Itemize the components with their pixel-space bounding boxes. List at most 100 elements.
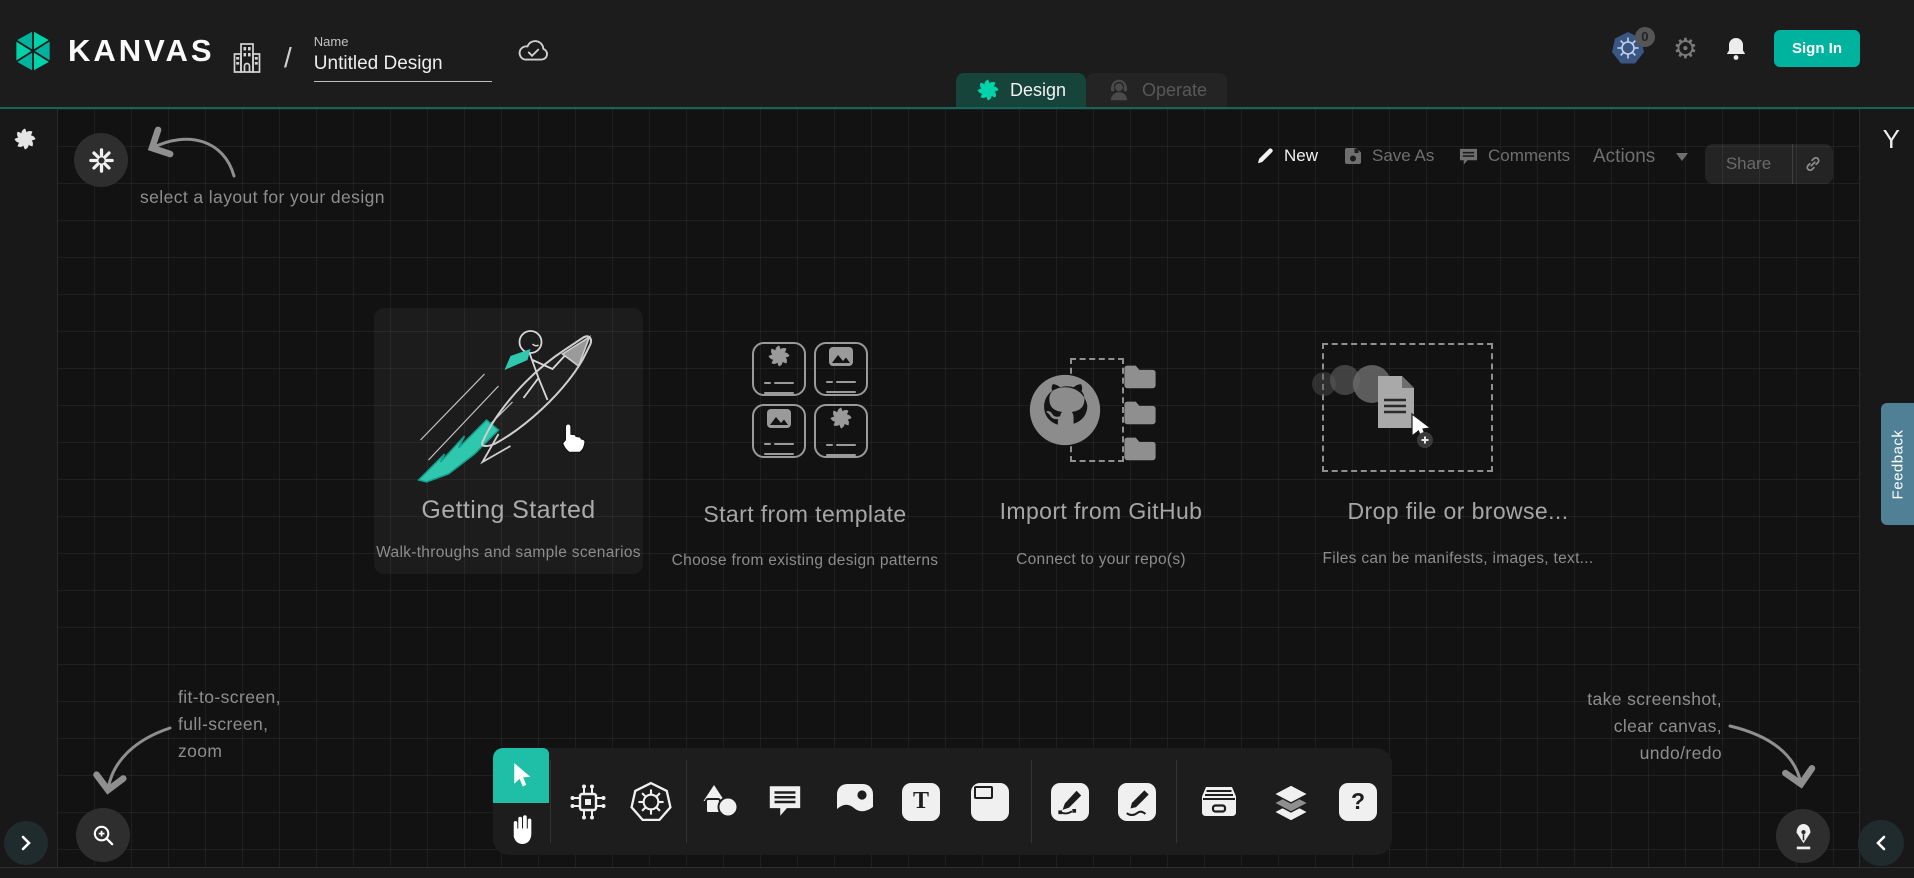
design-name-label: Name	[314, 34, 492, 49]
image-icon	[835, 782, 875, 822]
comment-tool-button[interactable]	[757, 748, 813, 855]
magnifier-plus-icon	[91, 823, 116, 848]
panel-collapse-button[interactable]	[1858, 820, 1904, 866]
organization-building-icon[interactable]	[232, 40, 262, 76]
share-link-icon	[1793, 155, 1833, 173]
new-design-button[interactable]: New	[1255, 146, 1318, 166]
card-title: Getting Started	[374, 496, 643, 525]
kubernetes-wheel-icon	[630, 781, 672, 823]
pencil-new-icon	[1255, 146, 1275, 166]
card-subtitle: Choose from existing design patterns	[650, 552, 960, 570]
card-subtitle: Files can be manifests, images, text...	[1302, 550, 1614, 568]
circuit-component-icon	[568, 782, 608, 822]
design-pinwheel-icon	[976, 78, 1000, 102]
tab-operate-label: Operate	[1142, 80, 1207, 101]
layers-tool-button[interactable]	[1263, 748, 1319, 855]
cursor-arrow-icon	[509, 761, 534, 790]
tab-operate[interactable]: Operate	[1086, 73, 1227, 107]
dock-divider	[686, 760, 687, 843]
tab-design-label: Design	[1010, 80, 1066, 101]
help-tool-button[interactable]: ?	[1330, 748, 1386, 855]
pen-tool-tile	[1051, 783, 1089, 821]
shapes-tool-button[interactable]	[692, 748, 748, 855]
tab-design[interactable]: Design	[956, 73, 1086, 107]
shapes-icon	[700, 783, 740, 821]
note-icon	[971, 783, 1009, 821]
card-drop-file[interactable]: Drop file or browse... Files can be mani…	[1312, 336, 1604, 566]
card-import-github[interactable]: Import from GitHub Connect to your repo(…	[965, 336, 1237, 566]
text-T-glyph: T	[913, 788, 929, 815]
dock-divider	[550, 760, 551, 843]
comments-button[interactable]: Comments	[1458, 146, 1570, 166]
card-title: Import from GitHub	[965, 498, 1237, 525]
template-tiles	[752, 342, 868, 458]
kubernetes-context-count-badge: 0	[1635, 27, 1655, 47]
save-as-label: Save As	[1372, 146, 1434, 166]
pen-path-icon	[1056, 788, 1084, 816]
comment-bubble-icon	[766, 784, 804, 819]
chevron-left-icon	[1875, 834, 1887, 852]
text-tool-button[interactable]: T	[893, 748, 949, 855]
zoom-in-button[interactable]	[76, 808, 130, 862]
pencil-draw-icon	[1123, 788, 1151, 816]
card-getting-started[interactable]: Getting Started Walk-throughs and sample…	[374, 308, 643, 574]
pan-tool-button[interactable]	[493, 803, 549, 855]
layout-select-button[interactable]	[74, 133, 128, 187]
pen-nib-icon	[1791, 822, 1816, 851]
card-title: Start from template	[665, 501, 945, 528]
sidebar-expand-button[interactable]	[4, 821, 48, 865]
card-start-from-template[interactable]: Start from template Choose from existing…	[665, 336, 945, 566]
save-as-button[interactable]: Save As	[1343, 146, 1434, 166]
operate-headset-icon	[1106, 77, 1132, 103]
kubernetes-context-switcher[interactable]: 0	[1611, 31, 1647, 67]
feedback-tab[interactable]: Feedback	[1881, 403, 1914, 525]
pen-tool-button[interactable]	[1042, 748, 1098, 855]
chevron-right-icon	[20, 834, 32, 852]
card-subtitle: Connect to your repo(s)	[965, 551, 1237, 569]
dock-divider	[1031, 760, 1032, 843]
question-mark-glyph: ?	[1351, 788, 1365, 815]
brand-title: KANVAS	[68, 33, 215, 69]
component-tool-button[interactable]	[560, 748, 616, 855]
settings-gear-icon[interactable]: ⚙	[1673, 35, 1698, 63]
layout-hint-text: select a layout for your design	[140, 184, 385, 211]
hand-icon	[508, 814, 535, 845]
canvas-actions-hint-text: take screenshot, clear canvas, undo/redo	[1587, 686, 1722, 767]
kanvas-logo-icon	[12, 28, 54, 74]
card-title: Drop file or browse...	[1312, 498, 1604, 525]
view-controls-hint-text: fit-to-screen, full-screen, zoom	[178, 684, 281, 765]
canvas-top-border	[0, 107, 1914, 109]
github-octocat-icon	[1027, 372, 1103, 448]
screenshot-pen-button[interactable]	[1776, 809, 1830, 863]
share-label: Share	[1705, 154, 1792, 174]
chevron-down-icon	[1676, 153, 1688, 161]
drawer-archive-icon	[1198, 784, 1240, 819]
y-resize-handle[interactable]: Y	[1883, 124, 1900, 155]
hand-pointer-cursor	[556, 418, 586, 454]
help-tool-tile: ?	[1339, 783, 1377, 821]
cloud-sync-status-icon	[516, 38, 550, 70]
drawer-tool-button[interactable]	[1191, 748, 1247, 855]
breadcrumb-separator: /	[284, 42, 292, 74]
pencil-tool-tile	[1118, 783, 1156, 821]
card-subtitle: Walk-throughs and sample scenarios	[366, 544, 651, 562]
pencil-tool-button[interactable]	[1109, 748, 1165, 855]
sign-in-button[interactable]: Sign In	[1774, 30, 1860, 67]
design-name-input[interactable]	[314, 51, 492, 82]
actions-dropdown[interactable]: Actions	[1593, 146, 1688, 168]
kanvas-app: KANVAS / Name	[0, 0, 1914, 878]
image-tool-button[interactable]	[827, 748, 883, 855]
floppy-save-icon	[1343, 146, 1363, 166]
tool-dock: T	[493, 748, 1392, 855]
notifications-bell-icon[interactable]	[1724, 36, 1748, 62]
drop-file-illustration	[1312, 336, 1502, 486]
new-label: New	[1284, 146, 1318, 166]
note-tool-button[interactable]	[962, 748, 1018, 855]
select-tool-button[interactable]	[493, 748, 549, 803]
mode-tabbar: Design Operate	[956, 73, 1227, 107]
kubernetes-tool-button[interactable]	[623, 748, 679, 855]
meshery-spinner-icon	[13, 127, 37, 151]
share-button[interactable]: Share	[1705, 144, 1833, 184]
comment-icon	[1458, 147, 1479, 166]
comments-label: Comments	[1488, 146, 1570, 166]
